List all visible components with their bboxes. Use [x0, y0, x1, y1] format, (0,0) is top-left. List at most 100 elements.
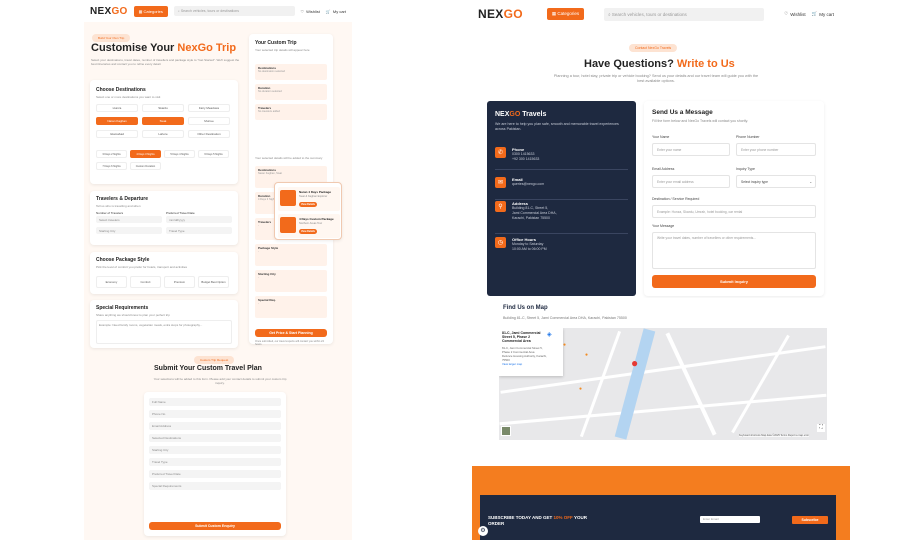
- newsletter-banner: SUBSCRIBE TODAY AND GET 10% OFF YOUR ORD…: [472, 466, 850, 540]
- destination-chip[interactable]: Skardu: [142, 104, 184, 112]
- travelers-card: Travelers & Departure Tell us who is tra…: [90, 191, 238, 245]
- logo[interactable]: NEXGO: [478, 7, 523, 21]
- submit-inquiry-button[interactable]: Submit Inquiry: [652, 275, 816, 288]
- destination-chip[interactable]: Lahore: [142, 130, 184, 138]
- destination-input[interactable]: Example: Hunza, Skardu, Umrah, hotel boo…: [652, 205, 816, 218]
- package-thumb: [280, 190, 296, 206]
- subscribe-button[interactable]: Subscribe: [792, 516, 828, 524]
- custom-trip-page: NEXGO ▦ Categories ⌕ Search vehicles, to…: [84, 0, 352, 540]
- page-subtitle: Planning a tour, hotel stay, private tri…: [553, 74, 759, 83]
- submit-form-field[interactable]: Preferred Travel Date: [149, 470, 281, 478]
- travelers-count-label: Number of Travelers: [96, 211, 124, 215]
- duration-chip[interactable]: 7 Days 6 Nights: [96, 162, 127, 170]
- logo[interactable]: NEXGO: [90, 6, 128, 17]
- package-thumb: [280, 217, 296, 233]
- phone-input[interactable]: Enter your phone number: [736, 143, 816, 156]
- package-suggestion[interactable]: 4 Days Custom Package Northern Areas Tour…: [278, 214, 340, 238]
- package-suggestion-sub: Northern Areas Tour: [299, 222, 323, 225]
- view-larger-map-link[interactable]: View larger map: [502, 362, 560, 366]
- submit-form-field[interactable]: Email Address: [149, 422, 281, 430]
- duration-chip[interactable]: 4 Days 3 Nights: [130, 150, 161, 158]
- inquiry-type-select[interactable]: Select inquiry type ⌄: [736, 175, 816, 188]
- destination-chip[interactable]: Murree: [188, 117, 230, 125]
- phone-icon: ✆: [495, 147, 506, 158]
- page-title: Customise Your NexGo Trip: [91, 42, 237, 54]
- get-price-button[interactable]: Get Price & Start Planning: [255, 329, 327, 337]
- poi-icon[interactable]: ●: [585, 352, 588, 358]
- destination-chip[interactable]: Islamabad: [96, 130, 138, 138]
- summary-row: Duration No duration selected: [255, 84, 327, 100]
- divider: [495, 169, 628, 170]
- submit-form-field[interactable]: Starting City: [149, 446, 281, 454]
- directions-icon[interactable]: ◈: [547, 331, 552, 338]
- fullscreen-icon[interactable]: ⛶: [817, 424, 825, 432]
- cart-icon: 🛒: [811, 11, 818, 16]
- package-option[interactable]: Comfort: [130, 276, 161, 288]
- summary-row-value: -: [258, 276, 259, 279]
- form-desc: Fill the form below and NexGo Travels wi…: [652, 119, 749, 123]
- location-icon: ⚲: [495, 201, 506, 212]
- duration-chip[interactable]: Custom Duration: [130, 162, 161, 170]
- destination-chip[interactable]: Naran Kaghan: [96, 117, 138, 125]
- cart-icon: 🛒: [325, 8, 331, 14]
- google-map[interactable]: 81-C, Jami Commercial Street 5, Phase 2 …: [499, 328, 827, 440]
- custom-request-badge: Custom Trip Request: [194, 356, 235, 364]
- travelers-hint: Tell us who is travelling and when: [96, 204, 141, 208]
- view-details-button[interactable]: View Details: [299, 229, 317, 234]
- package-option[interactable]: Budget Best Option: [198, 276, 229, 288]
- poi-icon[interactable]: ●: [579, 386, 582, 392]
- cart-button[interactable]: 🛒 My cart: [326, 9, 346, 14]
- submit-custom-enquiry-button[interactable]: Submit Custom Enquiry: [149, 522, 281, 530]
- submit-form-field[interactable]: Selected Destinations: [149, 434, 281, 442]
- contact-info-item: ◷ Office Hours Monday to Saturday 10:00 AM …: [495, 237, 547, 252]
- starting-city-select[interactable]: Starting City: [96, 227, 162, 234]
- newsletter-email-input[interactable]: Enter Email: [700, 516, 760, 523]
- newsletter-box: SUBSCRIBE TODAY AND GET 10% OFF YOUR ORD…: [480, 495, 836, 540]
- cart-button[interactable]: 🛒 My cart: [812, 11, 834, 17]
- wishlist-button[interactable]: ♡ Wishlist: [784, 11, 806, 17]
- chat-icon[interactable]: ⚙: [478, 526, 488, 536]
- summary-row: Package Style -: [255, 244, 327, 266]
- contact-info-item: ✆ Phone 0300 1415633 +92 300 1415633: [495, 147, 539, 162]
- duration-chip[interactable]: 3 Days 2 Nights: [96, 150, 127, 158]
- destination-chip[interactable]: Other Destination: [188, 130, 230, 138]
- view-details-button[interactable]: View Details: [299, 202, 317, 207]
- duration-chip[interactable]: 6 Days 5 Nights: [198, 150, 229, 158]
- poi-icon[interactable]: ●: [563, 342, 566, 348]
- destination-chip[interactable]: Hunza: [96, 104, 138, 112]
- special-textarea[interactable]: Example: Need family rooms, vegetarian m…: [96, 320, 232, 344]
- categories-button[interactable]: ▦ Categories: [546, 8, 585, 20]
- submit-form-field[interactable]: Special Requirements: [149, 482, 281, 490]
- place-card-line-2: Defence Housing Authority, Karachi, 7550…: [502, 354, 547, 362]
- categories-button[interactable]: ▦ Categories: [133, 5, 168, 17]
- email-input[interactable]: Enter your email address: [652, 175, 730, 188]
- header-bar: NEXGO ▦ Categories ⌕ Search vehicles, to…: [472, 3, 850, 25]
- travel-type-select[interactable]: Travel Type: [166, 227, 232, 234]
- search-input[interactable]: ⌕ Search vehicles, tours or destinations: [604, 7, 765, 21]
- destination-chip[interactable]: Swat: [142, 117, 184, 125]
- destinations-card: Choose Destinations Select one or more d…: [90, 80, 238, 184]
- contact-info-item: ⚲ Address Building 81-C, Street 5, Jami Com…: [495, 201, 557, 221]
- package-option[interactable]: Premium: [164, 276, 195, 288]
- place-card-line-1: 81-C, Jami Commercial Street 5, Phase 2 …: [502, 346, 543, 354]
- destination-chip[interactable]: Fairy Meadows: [188, 104, 230, 112]
- submit-form-field[interactable]: Full Name: [149, 398, 281, 406]
- package-suggestions-popup: Naran 4 Days Package Swat & Kaghan Explor…: [274, 182, 342, 240]
- submit-form-field[interactable]: Travel Type: [149, 458, 281, 466]
- travel-date-input[interactable]: mm/dd/yyyy: [166, 216, 232, 223]
- name-input[interactable]: Enter your name: [652, 143, 730, 156]
- wishlist-button[interactable]: ♡ Wishlist: [301, 9, 320, 14]
- location-pin-icon[interactable]: ●: [631, 356, 638, 370]
- duration-chip[interactable]: 5 Days 4 Nights: [164, 150, 195, 158]
- submit-form-field[interactable]: Phone No: [149, 410, 281, 418]
- summary-hint: Your selected trip details will appear h…: [255, 48, 310, 52]
- special-title: Special Requirements: [96, 305, 149, 311]
- package-option[interactable]: Economy: [96, 276, 127, 288]
- message-textarea[interactable]: Write your travel dates, number of trave…: [652, 232, 816, 269]
- package-title: Choose Package Style: [96, 257, 150, 263]
- package-suggestion[interactable]: Naran 4 Days Package Swat & Kaghan Explor…: [278, 187, 340, 211]
- search-input[interactable]: ⌕ Search vehicles, tours or destinations: [173, 6, 295, 16]
- satellite-toggle[interactable]: [501, 426, 511, 436]
- travelers-count-select[interactable]: Select travelers: [96, 216, 162, 223]
- heart-icon: ♡: [784, 11, 789, 16]
